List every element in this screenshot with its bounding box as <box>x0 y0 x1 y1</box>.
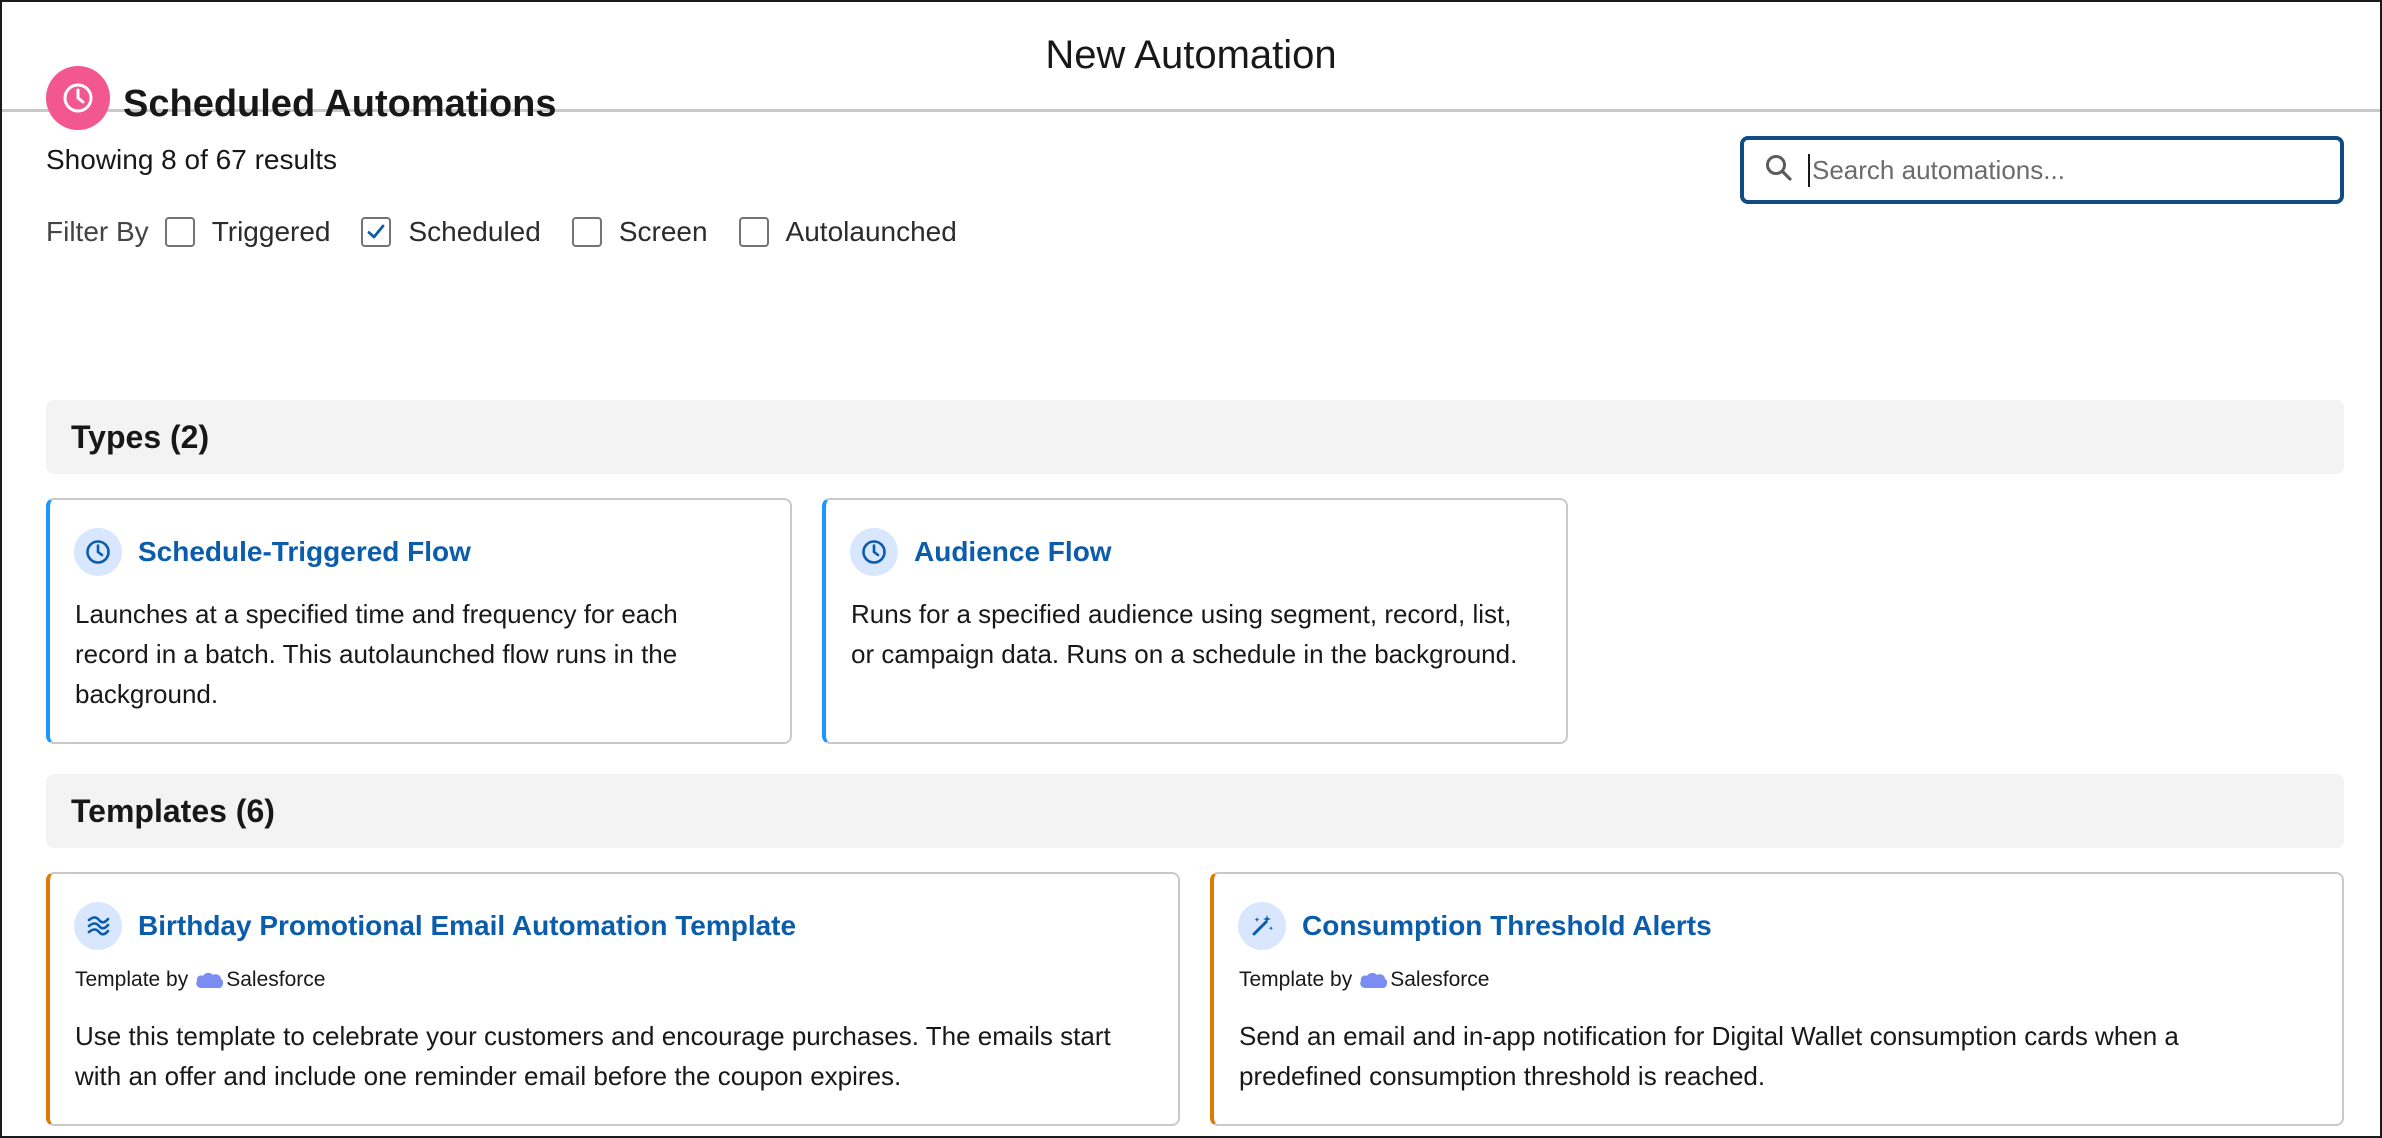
modal-title: New Automation <box>1045 33 1337 77</box>
filter-screen[interactable]: Screen <box>571 216 708 248</box>
filter-screen-label: Screen <box>618 216 708 247</box>
card-description: Use this template to celebrate your cust… <box>75 1021 1111 1091</box>
byline-vendor: Salesforce <box>1390 968 1490 991</box>
magic-wand-icon <box>1238 902 1286 950</box>
filter-scheduled[interactable]: Scheduled <box>361 216 541 248</box>
byline-prefix: Template by <box>75 968 189 991</box>
filter-triggered-label: Triggered <box>211 216 331 247</box>
screen-checkbox[interactable] <box>571 217 602 247</box>
flow-icon <box>74 902 122 950</box>
new-automation-modal: New Automation Scheduled Automations Sho… <box>0 0 2382 1138</box>
search-icon <box>1764 153 1794 188</box>
byline-vendor: Salesforce <box>226 968 326 991</box>
templates-section-header: Templates (6) <box>46 774 2344 848</box>
card-header: Consumption Threshold Alerts <box>1238 902 1712 950</box>
template-card-consumption-threshold[interactable]: Consumption Threshold Alerts Template by… <box>1210 872 2344 1126</box>
checkmark-icon <box>368 224 385 239</box>
page-title: Scheduled Automations <box>123 82 557 125</box>
card-title[interactable]: Schedule-Triggered Flow <box>138 536 471 568</box>
template-byline: Template by Salesforce <box>1239 968 1489 992</box>
card-title[interactable]: Audience Flow <box>914 536 1112 568</box>
type-card-schedule-triggered-flow[interactable]: Schedule-Triggered Flow Launches at a sp… <box>46 498 792 744</box>
types-section-title: Types (2) <box>71 418 210 455</box>
page-title-row: Scheduled Automations <box>46 66 557 130</box>
card-header: Audience Flow <box>850 528 1112 576</box>
search-box[interactable] <box>1740 136 2344 204</box>
type-card-audience-flow[interactable]: Audience Flow Runs for a specified audie… <box>822 498 1568 744</box>
byline-prefix: Template by <box>1239 968 1353 991</box>
clock-icon <box>850 528 898 576</box>
filter-scheduled-label: Scheduled <box>408 216 541 247</box>
card-description: Runs for a specified audience using segm… <box>851 599 1518 669</box>
filter-bar: Filter By Triggered Scheduled Screen Aut… <box>46 216 988 248</box>
search-input[interactable] <box>1808 153 2314 187</box>
autolaunched-checkbox[interactable] <box>738 217 769 247</box>
scheduled-checkbox[interactable] <box>361 217 392 247</box>
salesforce-cloud-icon <box>1360 972 1388 988</box>
card-header: Schedule-Triggered Flow <box>74 528 471 576</box>
filter-autolaunched[interactable]: Autolaunched <box>738 216 957 248</box>
template-byline: Template by Salesforce <box>75 968 325 992</box>
filter-autolaunched-label: Autolaunched <box>785 216 957 247</box>
card-description: Send an email and in-app notification fo… <box>1239 1021 2179 1091</box>
clock-icon <box>46 66 110 130</box>
filter-triggered[interactable]: Triggered <box>164 216 331 248</box>
templates-section-title: Templates (6) <box>71 792 275 829</box>
card-description: Launches at a specified time and frequen… <box>75 599 678 709</box>
template-card-birthday-promotional[interactable]: Birthday Promotional Email Automation Te… <box>46 872 1180 1126</box>
filter-label: Filter By <box>46 216 149 247</box>
card-header: Birthday Promotional Email Automation Te… <box>74 902 796 950</box>
types-section-header: Types (2) <box>46 400 2344 474</box>
triggered-checkbox[interactable] <box>164 217 195 247</box>
salesforce-cloud-icon <box>196 972 224 988</box>
card-title[interactable]: Consumption Threshold Alerts <box>1302 910 1712 942</box>
clock-icon <box>74 528 122 576</box>
results-count: Showing 8 of 67 results <box>46 144 338 175</box>
card-title[interactable]: Birthday Promotional Email Automation Te… <box>138 910 796 942</box>
